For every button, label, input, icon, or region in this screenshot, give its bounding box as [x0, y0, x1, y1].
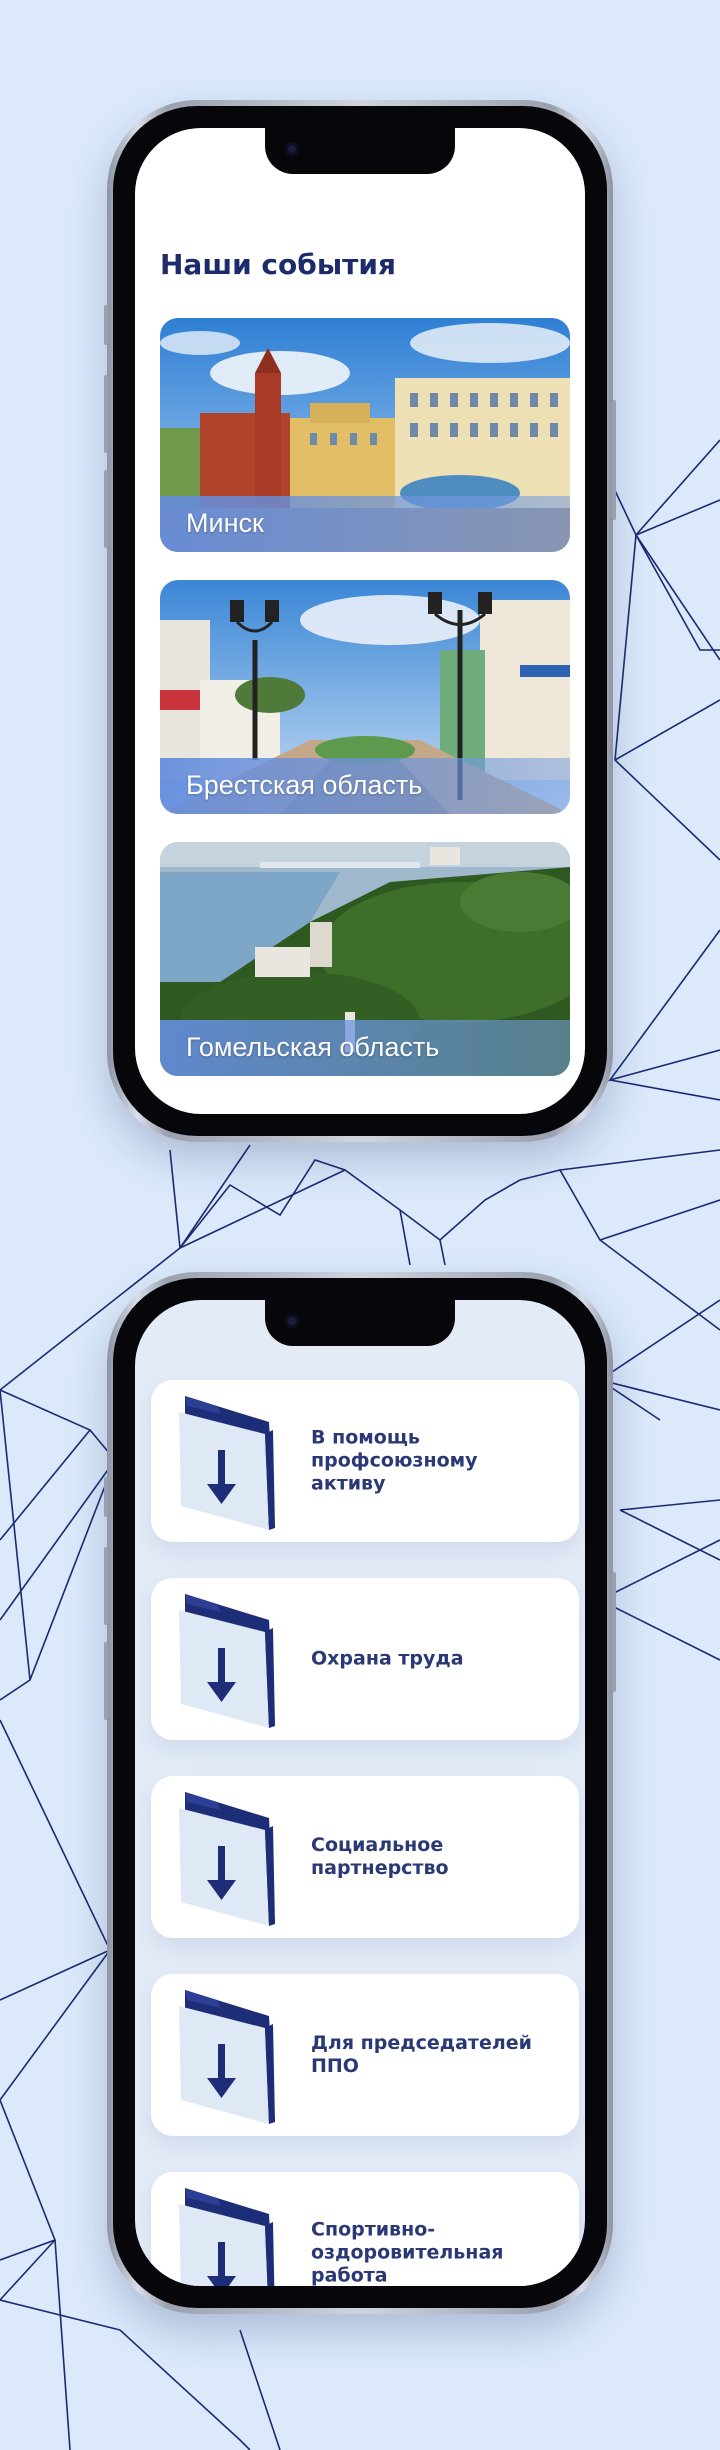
- event-card-caption: Гомельская область: [160, 1020, 570, 1076]
- event-card-caption: Брестская область: [160, 758, 570, 814]
- doc-card-union-activists[interactable]: В помощь профсоюзному активу: [151, 1380, 579, 1542]
- folder-download-icon: [179, 1396, 275, 1530]
- phone-notch: [265, 1300, 455, 1346]
- doc-card-label: Социальное партнерство: [311, 1834, 449, 1879]
- event-card-caption: Минск: [160, 496, 570, 552]
- event-card-label: Минск: [186, 508, 264, 538]
- doc-card-label: Охрана труда: [311, 1647, 464, 1670]
- doc-card-label: Для председателей ППО: [311, 2032, 532, 2077]
- doc-card-labor-safety[interactable]: Охрана труда: [151, 1578, 579, 1740]
- event-card-label: Брестская область: [186, 770, 423, 800]
- doc-card-ppo-chairs[interactable]: Для председателей ППО: [151, 1974, 579, 2136]
- event-card-label: Гомельская область: [186, 1032, 440, 1062]
- folder-download-icon: [179, 2188, 275, 2286]
- doc-card-label: Спортивно- оздоровительная работа: [311, 2218, 504, 2287]
- folder-download-icon: [179, 1990, 275, 2124]
- phone-mockup-events: Наши события Минск Брестская область Гом…: [104, 100, 616, 1142]
- event-card-brest[interactable]: Брестская область: [160, 580, 570, 814]
- doc-card-label: В помощь профсоюзному активу: [311, 1426, 478, 1495]
- phone-notch: [265, 128, 455, 174]
- doc-card-sports-health[interactable]: Спортивно- оздоровительная работа: [151, 2172, 579, 2286]
- event-card-gomel[interactable]: Гомельская область: [160, 842, 570, 1076]
- documents-screen: В помощь профсоюзному активу Охрана труд…: [135, 1300, 585, 2286]
- page-title: Наши события: [160, 248, 396, 281]
- front-camera-icon: [285, 1314, 299, 1328]
- folder-download-icon: [179, 1792, 275, 1926]
- phone-mockup-documents: В помощь профсоюзному активу Охрана труд…: [104, 1272, 616, 2314]
- events-screen: Наши события Минск Брестская область Гом…: [135, 128, 585, 1114]
- doc-card-social-partnership[interactable]: Социальное партнерство: [151, 1776, 579, 1938]
- front-camera-icon: [285, 142, 299, 156]
- event-card-minsk[interactable]: Минск: [160, 318, 570, 552]
- folder-download-icon: [179, 1594, 275, 1728]
